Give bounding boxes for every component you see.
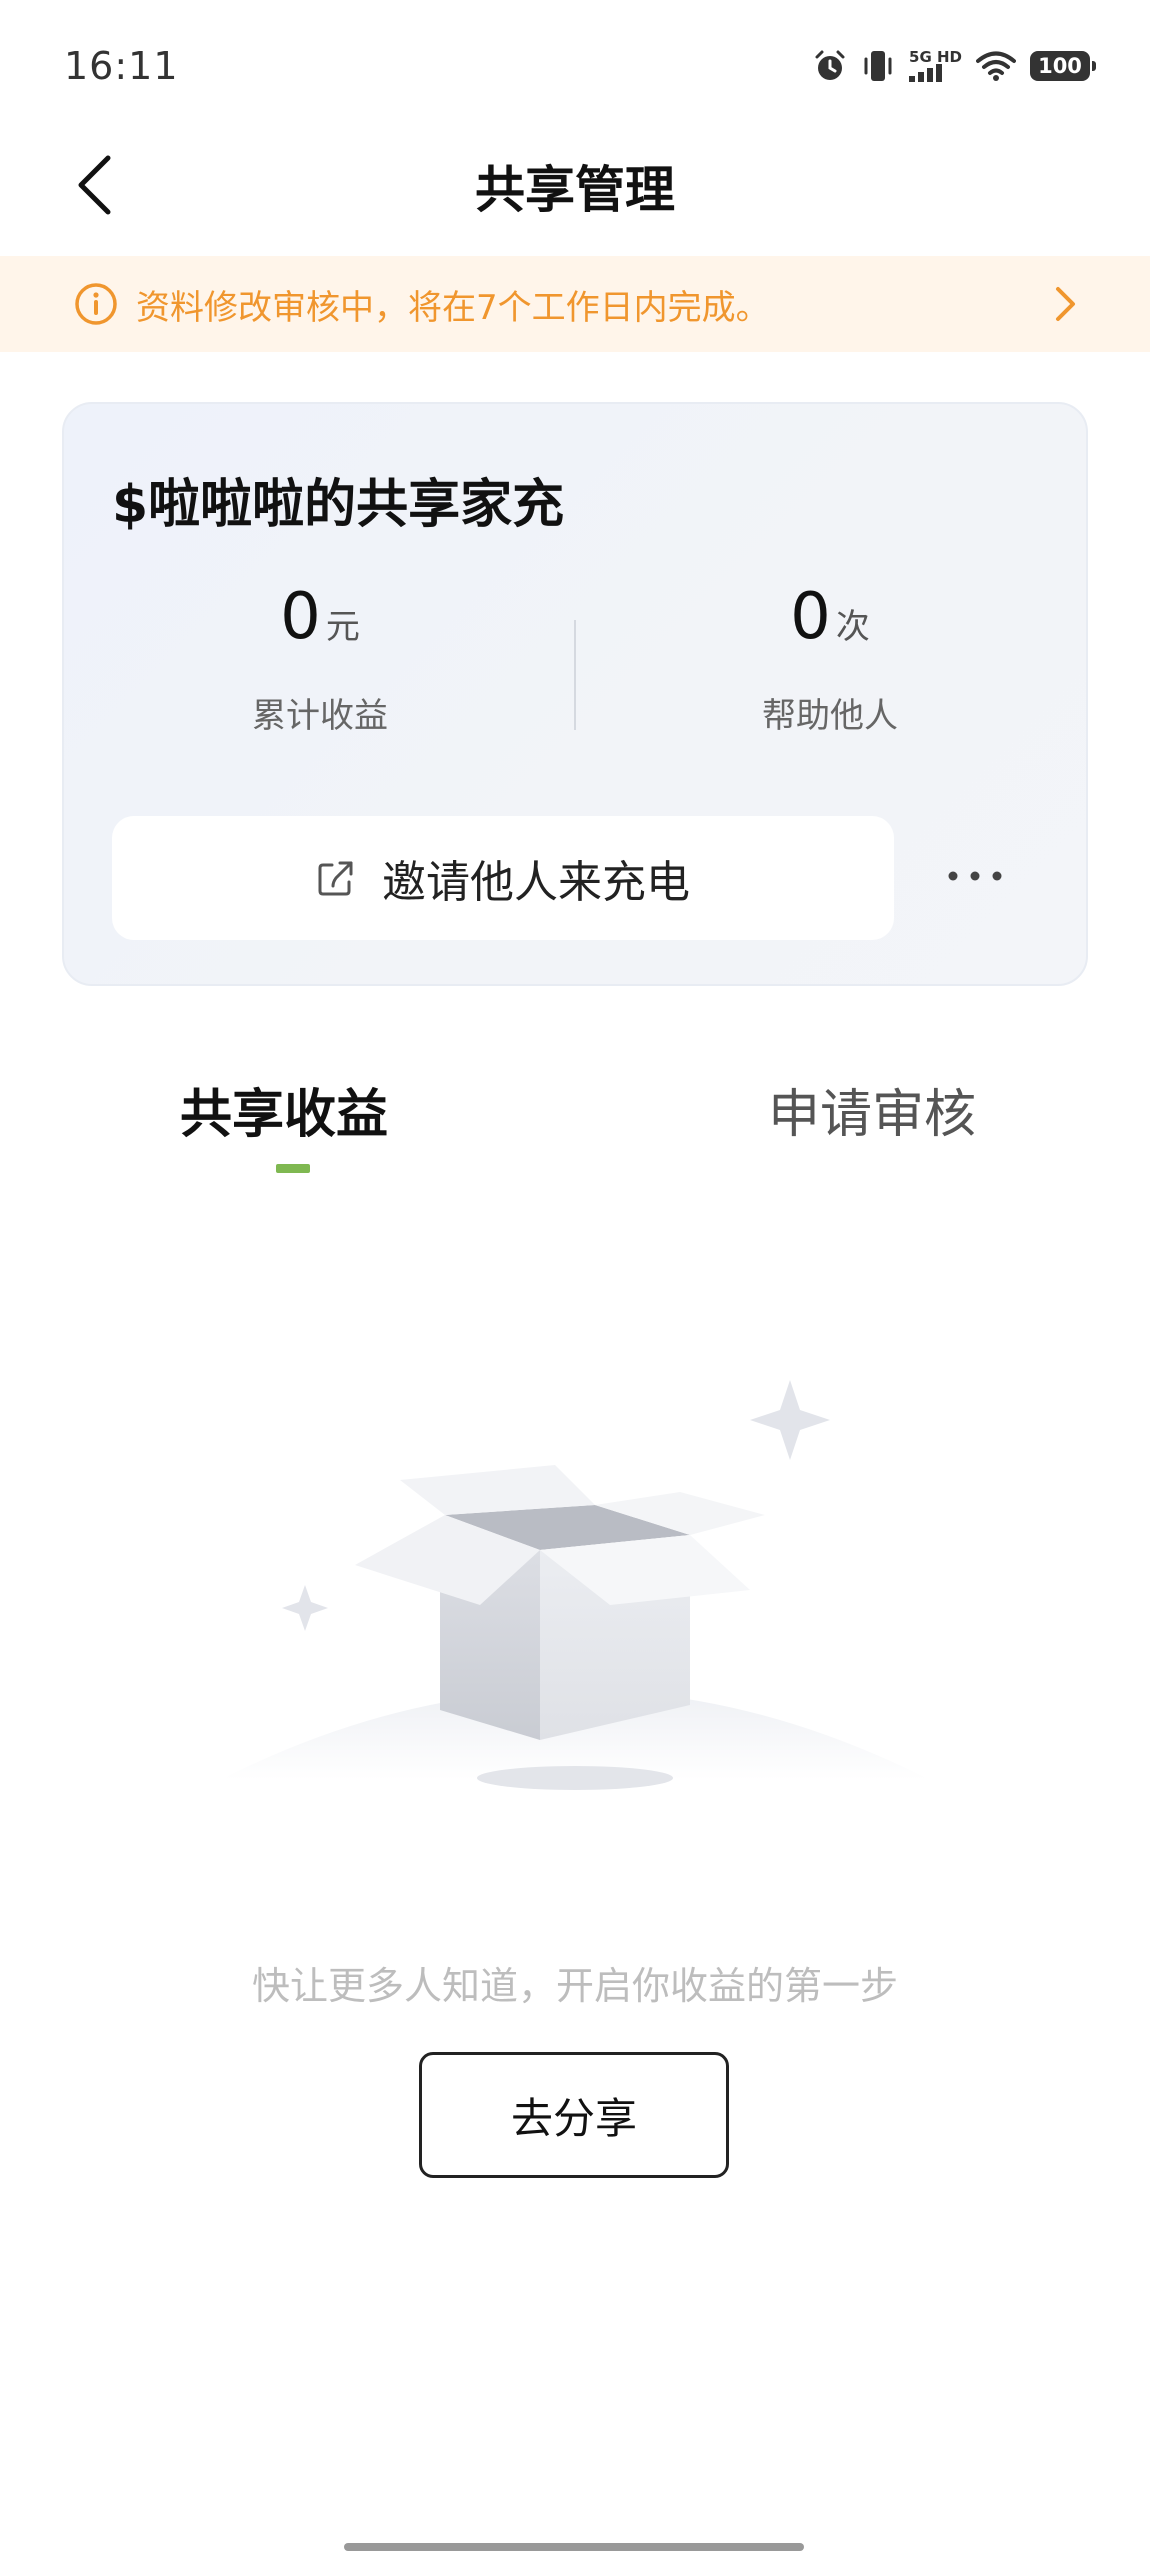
battery-icon: 100 [1030, 51, 1096, 81]
tab-application-review[interactable]: 申请审核 [768, 1072, 976, 1147]
home-indicator[interactable] [344, 2543, 804, 2551]
stat-value: 0 [790, 580, 831, 654]
empty-state-message: 快让更多人知道，开启你收益的第一步 [251, 1964, 898, 2008]
total-earnings-label: 累计收益 [252, 696, 388, 736]
vibrate-icon [864, 51, 892, 81]
status-time: 16:11 [64, 44, 179, 88]
stat-divider [574, 620, 576, 730]
review-notice-banner[interactable]: 资料修改审核中，将在7个工作日内完成。 [0, 256, 1150, 352]
signal-icon [909, 64, 943, 82]
wifi-icon [976, 51, 1016, 81]
notice-text: 资料修改审核中，将在7个工作日内完成。 [136, 287, 770, 328]
network-label: 5G HD [909, 48, 962, 66]
more-button[interactable] [940, 846, 1010, 906]
status-icons: 5G HD 100 [813, 48, 1096, 84]
total-earnings-value: 0 元 [200, 580, 440, 654]
stat-value: 0 [280, 580, 321, 654]
tab-shared-earnings[interactable]: 共享收益 [180, 1072, 388, 1147]
signal-indicator: 5G HD [909, 50, 962, 82]
invite-button[interactable]: 邀请他人来充电 [112, 816, 894, 940]
stat-unit: 元 [325, 607, 360, 647]
active-tab-indicator [276, 1164, 310, 1173]
info-icon [75, 283, 117, 325]
more-dots-icon [948, 871, 1002, 881]
share-icon [318, 861, 353, 896]
alarm-icon [815, 50, 845, 80]
page-title: 共享管理 [475, 161, 675, 219]
go-share-button[interactable]: 去分享 [419, 2052, 729, 2178]
helped-others-value: 0 次 [710, 580, 950, 654]
stat-unit: 次 [835, 607, 870, 647]
invite-label: 邀请他人来充电 [382, 857, 690, 908]
helped-others-label: 帮助他人 [762, 696, 898, 736]
chevron-right-icon [1056, 287, 1075, 321]
empty-box-illustration [220, 1380, 930, 1790]
charger-name: $啦啦啦的共享家充 [112, 475, 565, 535]
